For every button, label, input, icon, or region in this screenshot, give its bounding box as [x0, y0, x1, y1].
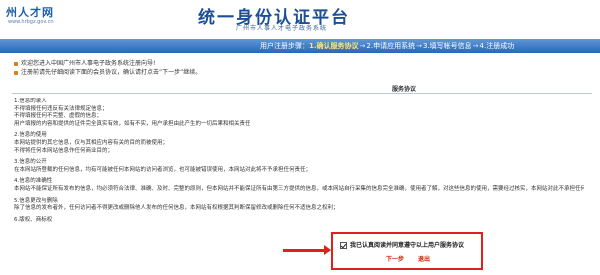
- step-separator: →: [416, 42, 422, 50]
- agreement-line: 在本网站所登载的任何信息，均有可能被任何本网站的访问者浏览，也可能被错误使用，本…: [14, 166, 312, 173]
- highlight-box: [331, 232, 483, 270]
- agreement-line: 3.信息的公开: [14, 159, 47, 166]
- logo-url: www.hrbgz.gov.cn: [8, 19, 54, 25]
- logo-text: 州人才网: [6, 6, 54, 19]
- page-subtitle: 广州市人事人才电子政务系统: [236, 25, 328, 32]
- header: 州人才网 www.hrbgz.gov.cn 统一身份认证平台 广州市人事人才电子…: [0, 0, 600, 36]
- step-2-apply-system: 2.申请应用系统: [366, 42, 416, 50]
- agreement-title: 服务协议: [392, 86, 417, 93]
- agreement-line: 本网站不能保证所有发布的信息，均必须符合法律、准确、及时、完整的原则，但本网站并…: [14, 185, 584, 192]
- step-separator: →: [472, 42, 479, 50]
- agreement-line: 4.信息的准确性: [14, 178, 53, 185]
- agreement-line: 1.信息的录入: [14, 98, 47, 104]
- step-separator: →: [359, 42, 366, 50]
- step-1-confirm-agreement: 1.确认服务协议: [309, 42, 359, 50]
- agreement-line: 本网站提供的其它信息，仅与其相应内容有关的目的而被使用；: [14, 139, 169, 146]
- steps-prefix: 用户注册步骤：: [260, 42, 309, 50]
- registration-step-bar: 用户注册步骤：1.确认服务协议→2.申请应用系统→3.填写帐号信息→4.注册成功: [0, 39, 600, 53]
- site-logo[interactable]: 州人才网 www.hrbgz.gov.cn: [6, 4, 76, 30]
- notice: 欢迎您进入中国广州市人事电子政务系统注册向导! 注册前请先仔细阅读下面的会员协议…: [14, 59, 201, 77]
- steps: 用户注册步骤：1.确认服务协议→2.申请应用系统→3.填写帐号信息→4.注册成功: [260, 41, 514, 51]
- bullet-icon: [14, 61, 18, 66]
- agreement-line: 2.信息的使用: [14, 132, 47, 139]
- agreement-text[interactable]: 1.信息的录入 不得填报任何违反有关法律规定信息； 不得填报任何不完整、虚假的信…: [14, 98, 584, 236]
- step-4-success: 4.注册成功: [479, 42, 515, 50]
- notice-line: 注册前请先仔细阅读下面的会员协议，确认请打点击“下一步”继续。: [14, 68, 201, 77]
- agreement-line: 不得将任何本网站信息作任何商业目的；: [14, 147, 114, 154]
- agreement-line: 6.版权、商标权: [14, 216, 53, 223]
- agreement-line: 5.信息更改与删除: [14, 197, 58, 204]
- notice-text: 注册前请先仔细阅读下面的会员协议，确认请打点击“下一步”继续。: [21, 69, 202, 76]
- agreement-line: 不得填报任何不完整、虚假的信息；: [14, 113, 103, 120]
- step-3-account-info: 3.填写帐号信息: [422, 42, 472, 50]
- bullet-icon: [14, 70, 18, 75]
- arrow-icon: [283, 245, 331, 255]
- agreement-line: 用户填报的内容和提供的证件完全真实有效，如有不实，用户承担由此产生的一切后果和相…: [14, 120, 251, 127]
- divider: [12, 93, 592, 94]
- agreement-line: 除了信息的发布者外，任何访问者不得更改或删除他人发布的任何信息，本网站有权根据其…: [14, 205, 339, 212]
- notice-text: 欢迎您进入中国广州市人事电子政务系统注册向导!: [21, 60, 156, 67]
- notice-line: 欢迎您进入中国广州市人事电子政务系统注册向导!: [14, 59, 201, 68]
